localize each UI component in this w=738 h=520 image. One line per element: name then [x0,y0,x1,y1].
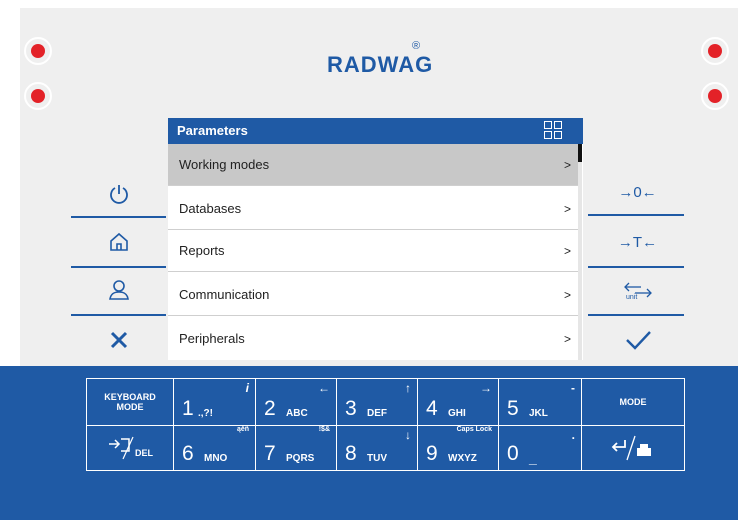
menu-item-label: Working modes [179,157,270,172]
menu-item-label: Communication [179,287,270,302]
key-letters: GHI [448,408,466,419]
menu-item-label: Reports [179,243,225,258]
menu-item-label: Databases [179,201,242,216]
key-number: 9 [426,442,438,465]
tare-button[interactable]: →T← [590,222,685,262]
close-icon [110,331,127,349]
key-1[interactable]: 1 .,?! i [173,378,256,426]
key-letters: _ [529,450,537,466]
key-2[interactable]: 2 ABC ← [255,378,337,426]
multi-window-icon[interactable] [544,121,564,141]
power-button[interactable] [71,174,166,214]
chevron-right-icon: > [564,244,572,258]
key-label: DEL [135,448,153,458]
key-label: KEYBOARD [104,392,156,402]
key-letters: ABC [286,408,308,419]
confirm-button[interactable] [590,320,685,360]
key-3[interactable]: 3 DEF ↑ [336,378,418,426]
divider [71,216,166,218]
minus-icon: - [571,381,575,395]
menu-item-databases[interactable]: Databases > [168,188,578,230]
key-number: 8 [345,442,357,465]
keyboard-mode-key[interactable]: KEYBOARD MODE [86,378,174,426]
user-button[interactable] [71,270,166,310]
caps-lock-label: Caps Lock [456,426,492,433]
registered-mark: ® [412,40,421,52]
unit-button[interactable]: unit [590,270,685,310]
divider [588,266,684,268]
key-7[interactable]: 7 PQRS !$& [255,425,337,471]
key-number: 3 [345,397,357,420]
key-number: 2 [264,397,276,420]
arrow-right-icon: → [480,381,492,395]
check-icon [625,331,651,350]
home-button[interactable] [71,222,166,262]
key-number: 1 [182,397,194,420]
key-number: 5 [507,397,519,420]
cancel-button[interactable] [71,320,166,360]
key-letters: DEF [367,408,387,419]
key-letters: TUV [367,453,387,464]
tare-icon: →T← [617,233,658,251]
key-number: 4 [426,397,438,420]
screen-header: Parameters [168,118,583,144]
menu-item-working-modes[interactable]: Working modes > [168,144,578,186]
arrow-down-icon: ↓ [405,428,411,442]
user-icon [108,280,129,300]
key-4[interactable]: 4 GHI → [417,378,499,426]
menu-item-peripherals[interactable]: Peripherals > [168,318,578,360]
divider [71,266,166,268]
chevron-right-icon: > [564,288,572,302]
divider [588,214,684,216]
divider [71,314,166,316]
menu-item-communication[interactable]: Communication > [168,274,578,316]
zero-button[interactable]: →0← [590,172,685,212]
dot-icon: . [571,428,575,442]
screen-title: Parameters [177,123,248,138]
enter-print-icon [611,435,651,461]
zero-icon: →0← [618,183,657,201]
key-9[interactable]: 9 WXYZ Caps Lock [417,425,499,471]
display-screen: Parameters Working modes > Databases > R… [168,118,583,360]
chevron-right-icon: > [564,202,572,216]
arrow-up-icon: ↑ [405,381,411,395]
key-0[interactable]: 0 _ . [498,425,582,471]
scrollbar-track[interactable] [578,144,582,360]
key-number: 6 [182,442,194,465]
info-icon: i [245,381,249,395]
menu-item-label: Peripherals [179,331,245,346]
key-number: 7 [264,442,276,465]
key-number: 0 [507,442,519,465]
enter-print-key[interactable] [581,425,685,471]
key-label: MODE [619,397,647,407]
key-letters: WXYZ [448,453,477,464]
unit-icon: unit [623,282,652,300]
home-icon [109,232,128,251]
delete-key[interactable]: DEL [86,425,174,471]
key-8[interactable]: 8 TUV ↓ [336,425,418,471]
key-special-chars: !$& [318,426,330,433]
key-label: MODE [116,402,144,412]
delete-icon [109,436,134,460]
key-letters: JKL [529,408,548,419]
key-letters: MNO [204,453,228,464]
key-special-chars: ąěñ [236,426,249,433]
divider [588,314,684,316]
arrow-left-icon: ← [318,381,330,395]
scrollbar-thumb[interactable] [578,144,582,162]
key-5[interactable]: 5 JKL - [498,378,582,426]
power-icon [109,185,128,204]
chevron-right-icon: > [564,332,572,346]
key-letters: .,?! [198,408,213,419]
unit-label: unit [626,294,637,300]
menu-item-reports[interactable]: Reports > [168,230,578,272]
chevron-right-icon: > [564,158,572,172]
mode-key[interactable]: MODE [581,378,685,426]
key-letters: PQRS [286,453,315,464]
key-6[interactable]: 6 MNO ąěñ [173,425,256,471]
